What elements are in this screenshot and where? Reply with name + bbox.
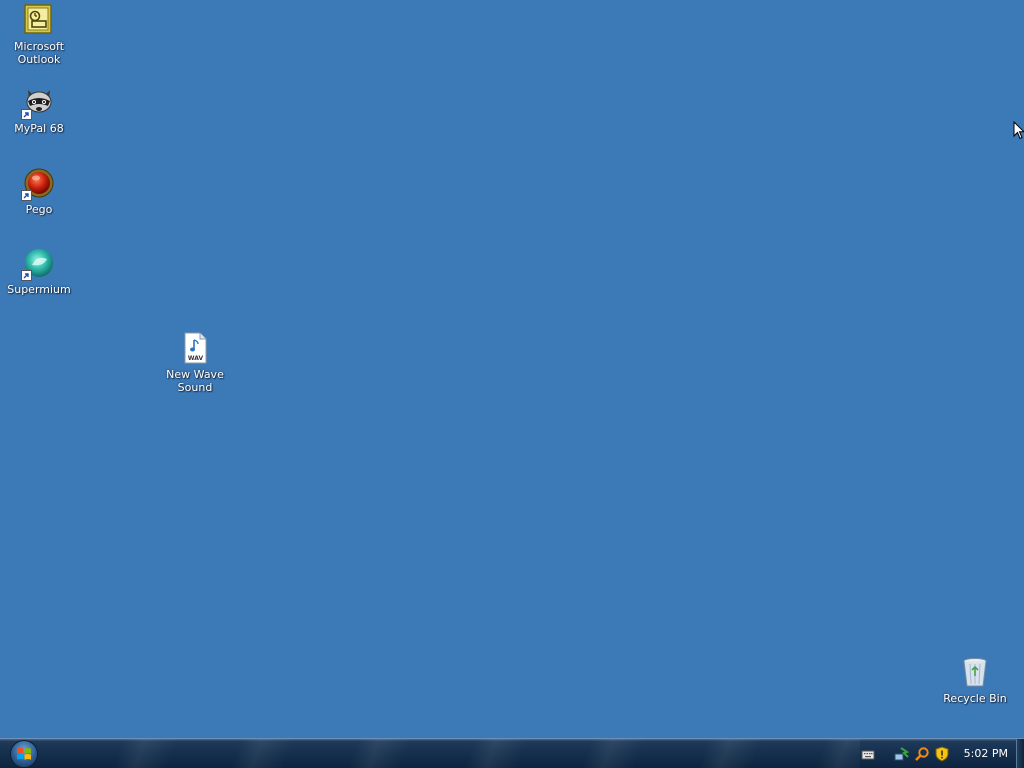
wav-file-icon: WAV	[179, 332, 211, 364]
network-icon[interactable]	[894, 746, 910, 762]
desktop-icon-recycle-bin[interactable]: Recycle Bin	[937, 656, 1013, 705]
taskbar-background	[60, 739, 860, 768]
desktop-icon-label: New Wave Sound	[166, 368, 224, 394]
pego-icon	[21, 167, 55, 201]
desktop-icon-label: Supermium	[7, 283, 71, 296]
outlook-icon	[23, 4, 55, 36]
recycle-bin-icon	[959, 656, 991, 688]
desktop-icon-label: Microsoft Outlook	[13, 40, 65, 66]
svg-text:WAV: WAV	[188, 355, 204, 362]
desktop-icon-microsoft-outlook[interactable]: Microsoft Outlook	[1, 4, 77, 66]
mouse-cursor-icon	[1013, 120, 1024, 144]
keyboard-icon[interactable]	[860, 746, 876, 762]
shortcut-arrow-icon	[21, 270, 32, 281]
desktop-icon-new-wave-sound[interactable]: WAV New Wave Sound	[157, 332, 233, 394]
show-desktop-button[interactable]	[1016, 739, 1024, 768]
shortcut-arrow-icon	[21, 190, 32, 201]
desktop-icon-mypal-68[interactable]: MyPal 68	[1, 86, 77, 135]
security-shield-icon[interactable]	[934, 745, 950, 762]
taskbar-clock[interactable]: 5:02 PM	[964, 747, 1008, 760]
taskbar: 5:02 PM	[0, 738, 1024, 768]
desktop[interactable]: Microsoft Outlook MyPal 68 Pego Supermiu…	[0, 0, 1024, 738]
system-tray: 5:02 PM	[856, 739, 1014, 768]
mypal-raccoon-icon	[21, 86, 55, 120]
desktop-icon-pego[interactable]: Pego	[1, 167, 77, 216]
desktop-icon-supermium[interactable]: Supermium	[1, 247, 77, 296]
search-icon[interactable]	[914, 746, 930, 762]
shortcut-arrow-icon	[21, 109, 32, 120]
supermium-icon	[21, 247, 55, 281]
desktop-icon-label: Pego	[25, 203, 53, 216]
start-button[interactable]	[10, 740, 38, 768]
windows-orb-icon	[17, 747, 31, 760]
desktop-icon-label: MyPal 68	[14, 122, 64, 135]
desktop-icon-label: Recycle Bin	[943, 692, 1007, 705]
